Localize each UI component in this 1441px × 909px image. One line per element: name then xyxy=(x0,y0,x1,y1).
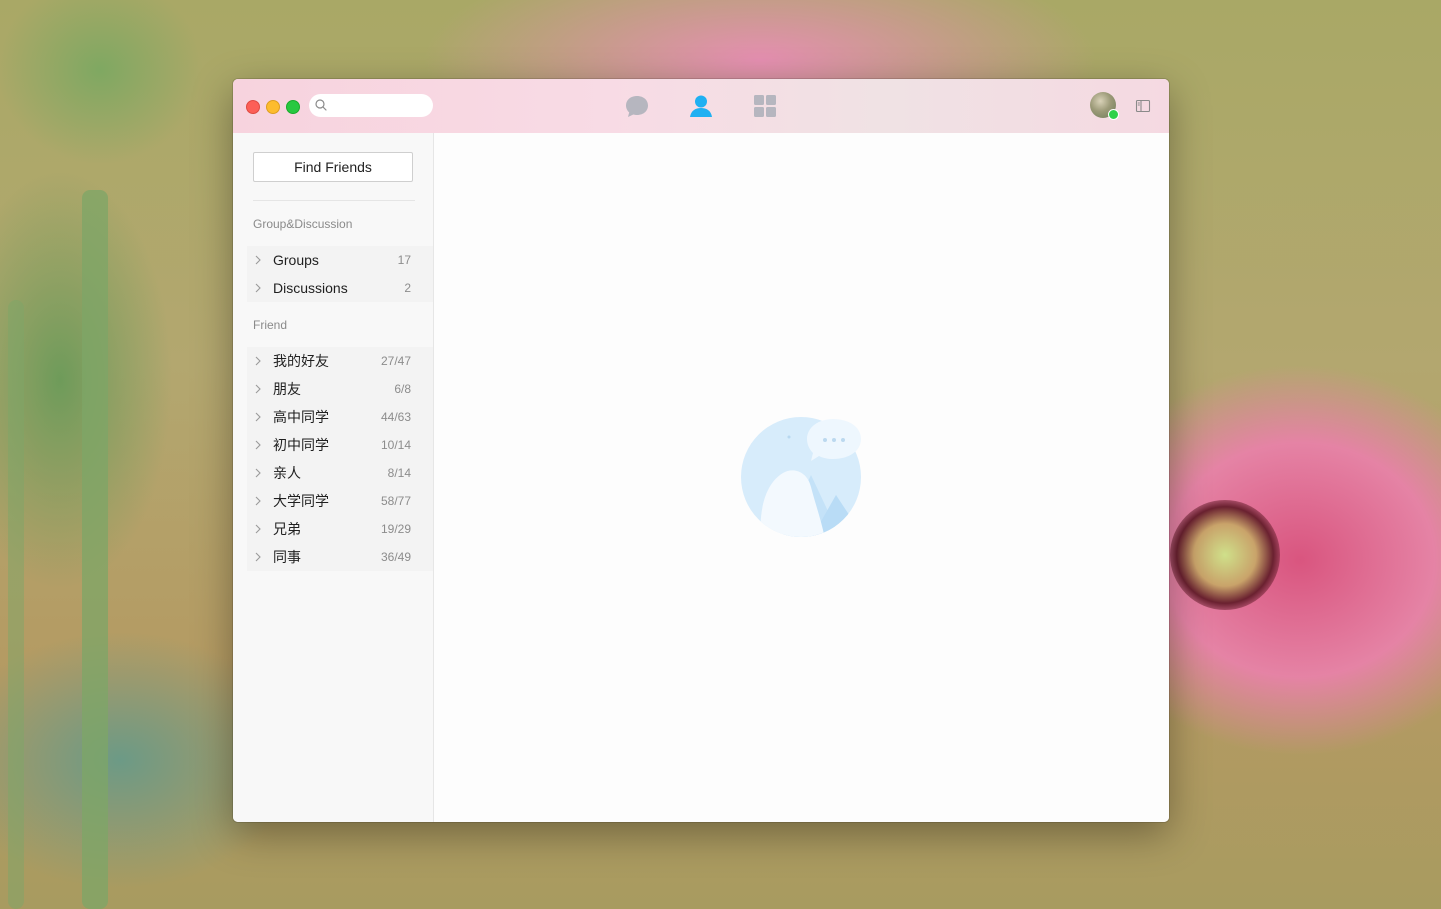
find-friends-button[interactable]: Find Friends xyxy=(253,152,413,182)
minimize-window-button[interactable] xyxy=(266,100,280,114)
friend-group-row[interactable]: 初中同学 10/14 xyxy=(247,431,433,459)
search-input[interactable] xyxy=(331,96,431,117)
contact-detail-pane xyxy=(434,133,1169,822)
friend-group-count: 44/63 xyxy=(380,410,411,424)
friend-group-row[interactable]: 大学同学 58/77 xyxy=(247,487,433,515)
group-section-label: Group&Discussion xyxy=(253,217,353,231)
nav-apps-tab[interactable] xyxy=(752,93,778,119)
friend-group-row[interactable]: 高中同学 44/63 xyxy=(247,403,433,431)
contacts-sidebar: Find Friends Group&Discussion Groups 17 … xyxy=(233,133,434,822)
friend-group-count: 6/8 xyxy=(394,382,411,396)
chevron-right-icon xyxy=(255,440,261,450)
chevron-right-icon xyxy=(255,356,261,366)
group-row-count: 2 xyxy=(404,281,411,295)
search-icon xyxy=(315,99,327,111)
user-avatar[interactable] xyxy=(1090,92,1119,120)
friend-group-label: 初中同学 xyxy=(273,437,329,453)
chevron-right-icon xyxy=(255,255,261,265)
friend-group-row[interactable]: 我的好友 27/47 xyxy=(247,347,433,375)
chevron-right-icon xyxy=(255,412,261,422)
chevron-right-icon xyxy=(255,552,261,562)
sidebar-divider xyxy=(253,200,415,201)
wallpaper-flower-center xyxy=(1170,500,1280,610)
friend-group-count: 58/77 xyxy=(380,494,411,508)
group-list: Groups 17 Discussions 2 xyxy=(247,246,433,302)
friend-group-label: 亲人 xyxy=(273,465,301,481)
friend-group-count: 8/14 xyxy=(387,466,411,480)
close-window-button[interactable] xyxy=(246,100,260,114)
friend-group-count: 36/49 xyxy=(380,550,411,564)
title-bar[interactable] xyxy=(233,79,1169,133)
nav-messages-tab[interactable] xyxy=(624,93,650,119)
friend-group-label: 大学同学 xyxy=(273,493,329,509)
friend-group-row[interactable]: 亲人 8/14 xyxy=(247,459,433,487)
friend-group-label: 兄弟 xyxy=(273,521,301,537)
apps-grid-icon xyxy=(754,95,776,117)
wallpaper-stem xyxy=(8,300,24,909)
maximize-window-button[interactable] xyxy=(286,100,300,114)
contacts-person-icon xyxy=(690,95,712,117)
friend-group-count: 10/14 xyxy=(380,438,411,452)
friend-group-count: 27/47 xyxy=(380,354,411,368)
app-window: Find Friends Group&Discussion Groups 17 … xyxy=(233,79,1169,822)
chevron-right-icon xyxy=(255,283,261,293)
chevron-right-icon xyxy=(255,384,261,394)
group-row-groups[interactable]: Groups 17 xyxy=(247,246,433,274)
chevron-right-icon xyxy=(255,468,261,478)
wallpaper-stem xyxy=(82,190,108,909)
group-row-label: Discussions xyxy=(273,280,348,296)
friend-group-row[interactable]: 同事 36/49 xyxy=(247,543,433,571)
nav-contacts-tab[interactable] xyxy=(688,93,714,119)
friend-group-count: 19/29 xyxy=(380,522,411,536)
friend-group-label: 我的好友 xyxy=(273,353,329,369)
chevron-right-icon xyxy=(255,524,261,534)
friend-group-label: 高中同学 xyxy=(273,409,329,425)
chevron-right-icon xyxy=(255,496,261,506)
group-row-discussions[interactable]: Discussions 2 xyxy=(247,274,433,302)
friend-group-row[interactable]: 朋友 6/8 xyxy=(247,375,433,403)
group-row-label: Groups xyxy=(273,252,319,268)
search-field[interactable] xyxy=(309,94,433,117)
sidebar-toggle-icon[interactable] xyxy=(1135,98,1151,114)
friend-group-label: 同事 xyxy=(273,549,301,565)
online-status-dot xyxy=(1108,109,1119,120)
friend-group-label: 朋友 xyxy=(273,381,301,397)
chat-bubble-icon xyxy=(626,96,648,117)
friend-section-label: Friend xyxy=(253,318,288,332)
friend-group-row[interactable]: 兄弟 19/29 xyxy=(247,515,433,543)
penguin-placeholder-icon xyxy=(741,417,861,537)
group-row-count: 17 xyxy=(397,253,411,267)
friend-list: 我的好友 27/47 朋友 6/8 高中同学 44/63 初中同学 10/14 … xyxy=(247,347,433,571)
